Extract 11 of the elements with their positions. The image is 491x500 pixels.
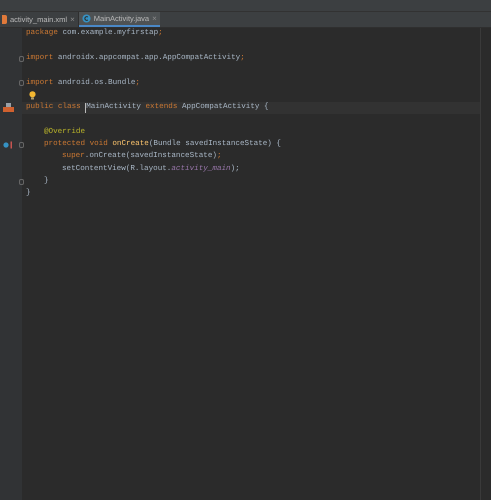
file-icon [2, 15, 7, 24]
override-icon[interactable] [3, 140, 13, 149]
lightbulb-icon[interactable] [29, 91, 36, 100]
close-icon[interactable]: × [70, 16, 75, 24]
fold-marker[interactable] [19, 56, 24, 62]
run-class-icon[interactable] [3, 103, 14, 112]
fold-marker[interactable] [19, 178, 24, 185]
fold-marker[interactable] [19, 142, 24, 148]
close-icon[interactable]: × [152, 14, 157, 22]
fold-marker[interactable] [19, 80, 24, 86]
class-icon [82, 14, 91, 23]
